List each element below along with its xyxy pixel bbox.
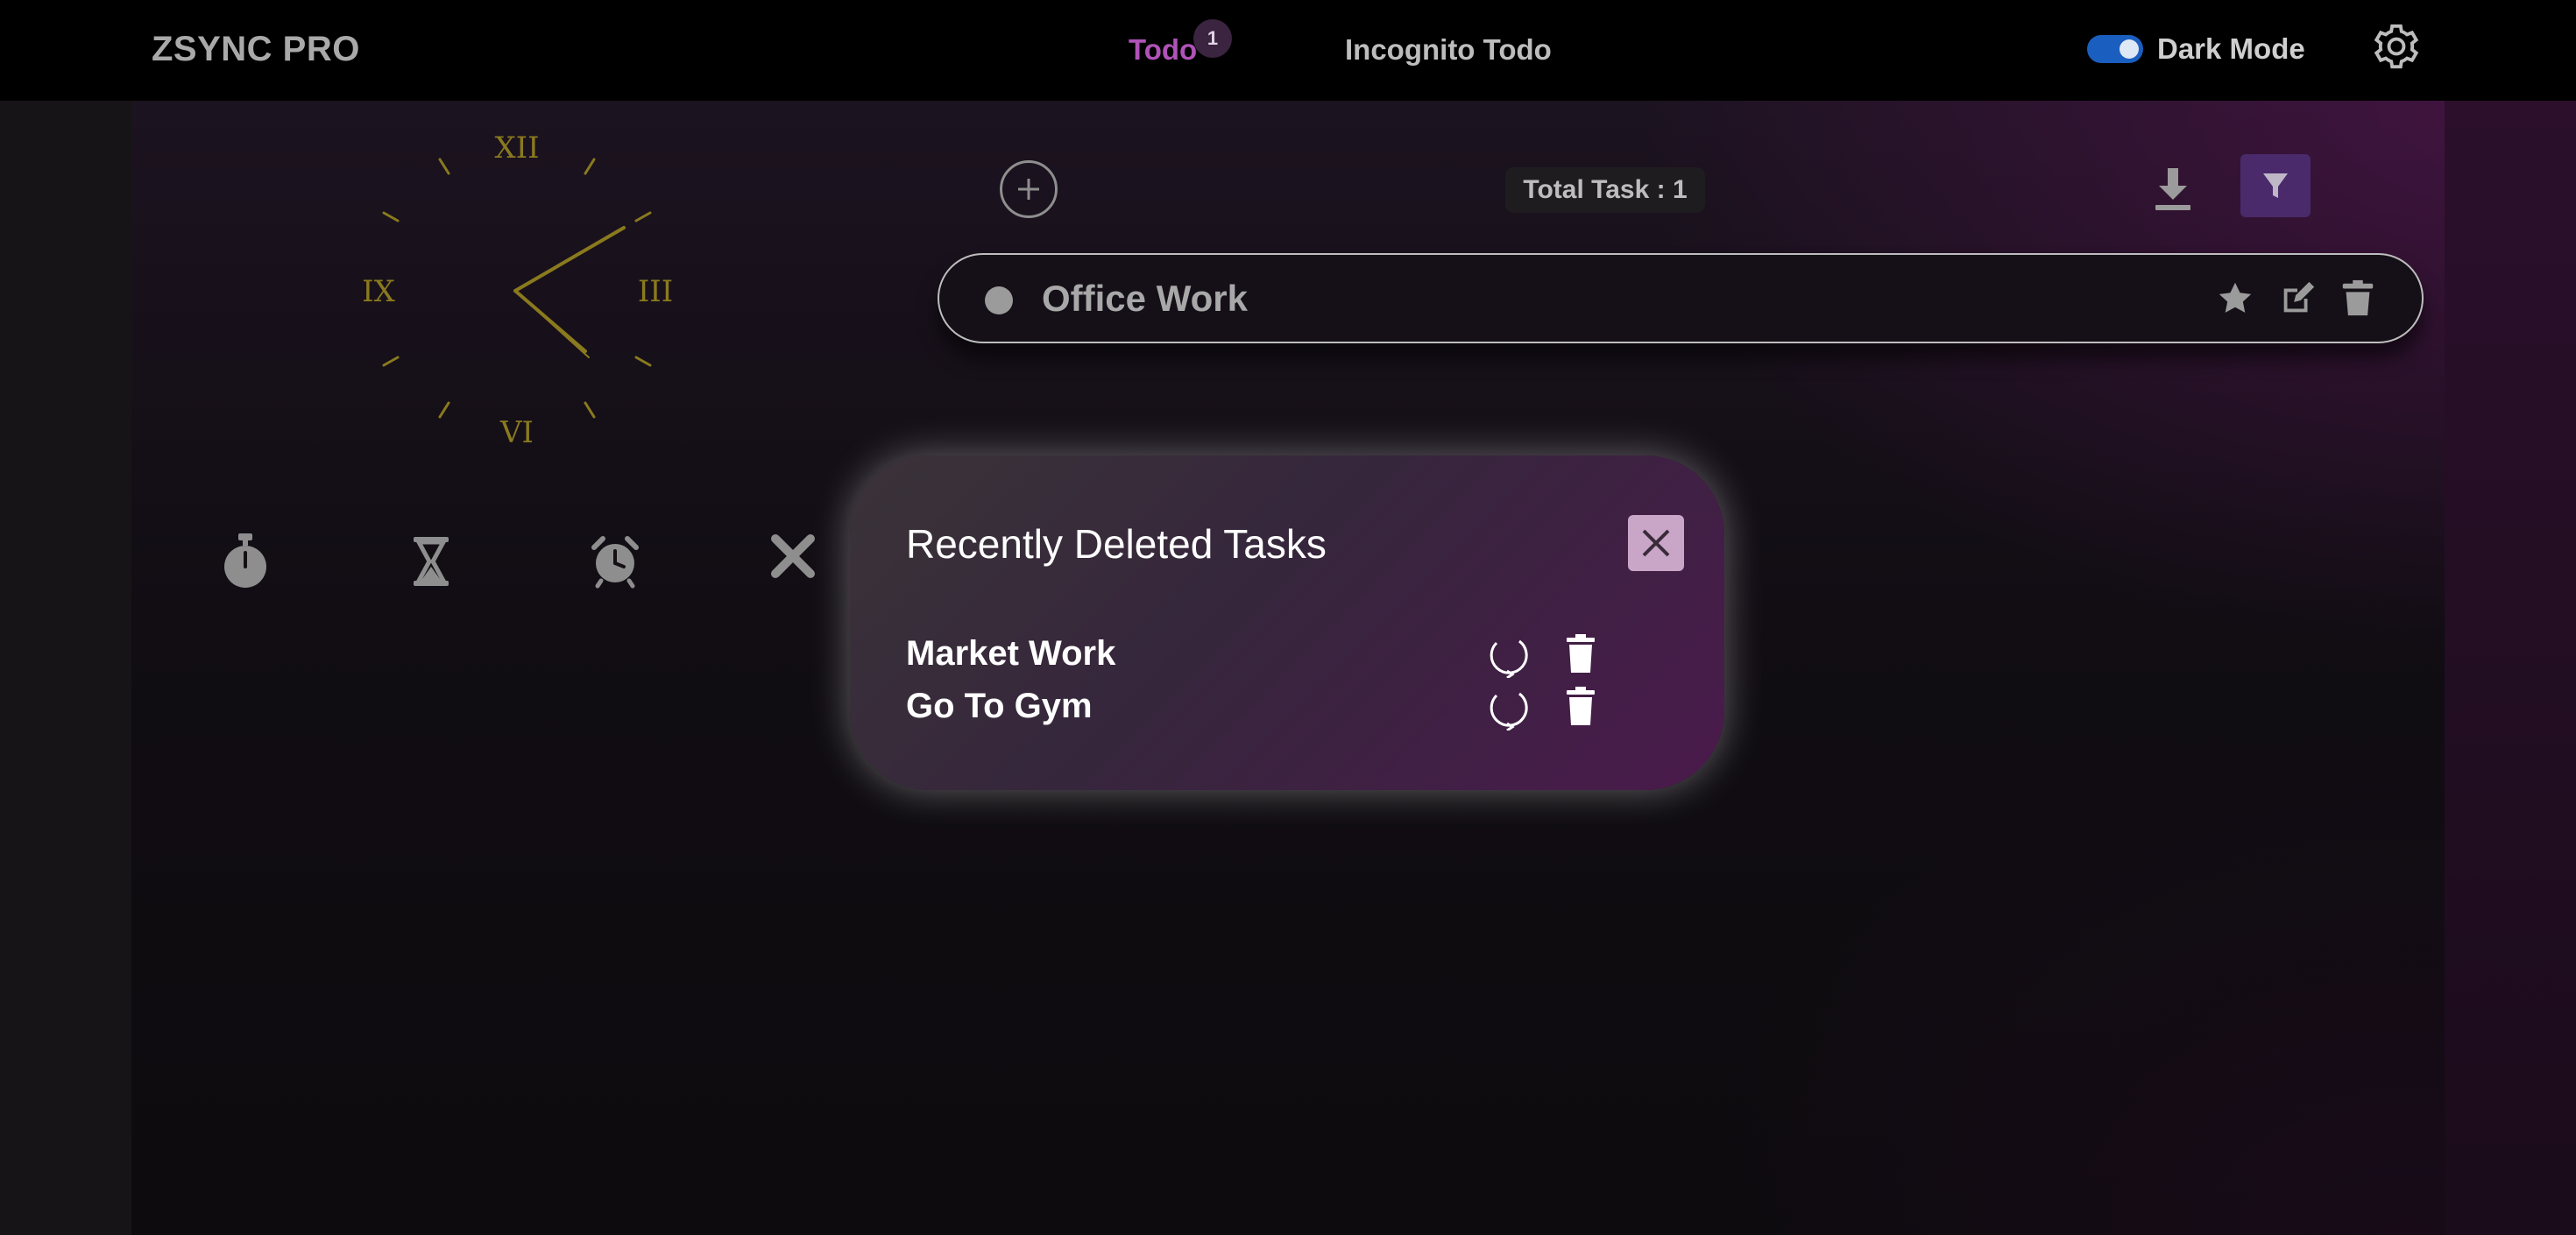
- filter-button[interactable]: [2240, 154, 2311, 217]
- modal-title: Recently Deleted Tasks: [906, 521, 1327, 567]
- settings-gear-icon[interactable]: [2371, 21, 2422, 72]
- permanent-delete-icon[interactable]: [1563, 687, 1598, 727]
- total-task-count: Total Task : 1: [1505, 167, 1705, 213]
- deleted-task-name: Go To Gym: [906, 687, 1093, 725]
- deleted-task-row: Go To Gym: [906, 683, 1677, 732]
- deleted-task-row: Market Work: [906, 631, 1677, 680]
- stopwatch-icon[interactable]: [219, 530, 272, 591]
- toggle-knob: [2120, 39, 2139, 59]
- todo-count-badge: 1: [1193, 19, 1232, 58]
- top-nav-bar: ZSYNC PRO Todo 1 Incognito Todo Dark Mod…: [0, 0, 2576, 101]
- restore-icon[interactable]: [1484, 631, 1532, 678]
- download-icon[interactable]: [2152, 165, 2194, 214]
- tab-incognito-todo[interactable]: Incognito Todo: [1345, 33, 1552, 67]
- clock-minute-hand: [513, 226, 626, 293]
- filter-icon: [2263, 173, 2288, 198]
- deleted-task-name: Market Work: [906, 634, 1116, 673]
- clock-numeral-9: IX: [362, 274, 395, 309]
- permanent-delete-icon[interactable]: [1563, 634, 1598, 674]
- close-icon: [1642, 529, 1670, 557]
- dark-mode-toggle[interactable]: [2087, 35, 2143, 63]
- star-icon[interactable]: [2215, 279, 2255, 319]
- alarm-clock-icon[interactable]: [589, 530, 641, 591]
- brand-logo[interactable]: ZSYNC PRO: [152, 30, 360, 69]
- task-status-dot[interactable]: [985, 286, 1013, 314]
- clock-numeral-3: III: [638, 274, 673, 309]
- delete-icon[interactable]: [2338, 279, 2378, 319]
- close-tools-icon[interactable]: [767, 530, 819, 582]
- restore-icon[interactable]: [1484, 683, 1532, 730]
- task-title: Office Work: [1042, 278, 1248, 319]
- dark-mode-label: Dark Mode: [2157, 32, 2305, 65]
- recently-deleted-modal: Recently Deleted Tasks Market Work Go To…: [850, 455, 1724, 790]
- edit-icon[interactable]: [2277, 279, 2318, 319]
- clock-second-hand: [514, 290, 590, 358]
- right-gutter: [2445, 101, 2576, 1235]
- clock-numeral-6: VI: [499, 415, 534, 450]
- task-item[interactable]: Office Work: [938, 253, 2424, 343]
- analog-clock: XII III VI IX: [362, 131, 673, 450]
- tab-todo[interactable]: Todo: [1129, 33, 1197, 67]
- left-gutter: [0, 101, 131, 1235]
- hourglass-icon[interactable]: [405, 530, 457, 591]
- modal-close-button[interactable]: [1628, 515, 1684, 571]
- add-task-button[interactable]: [1000, 160, 1058, 218]
- clock-numeral-12: XII: [494, 131, 539, 166]
